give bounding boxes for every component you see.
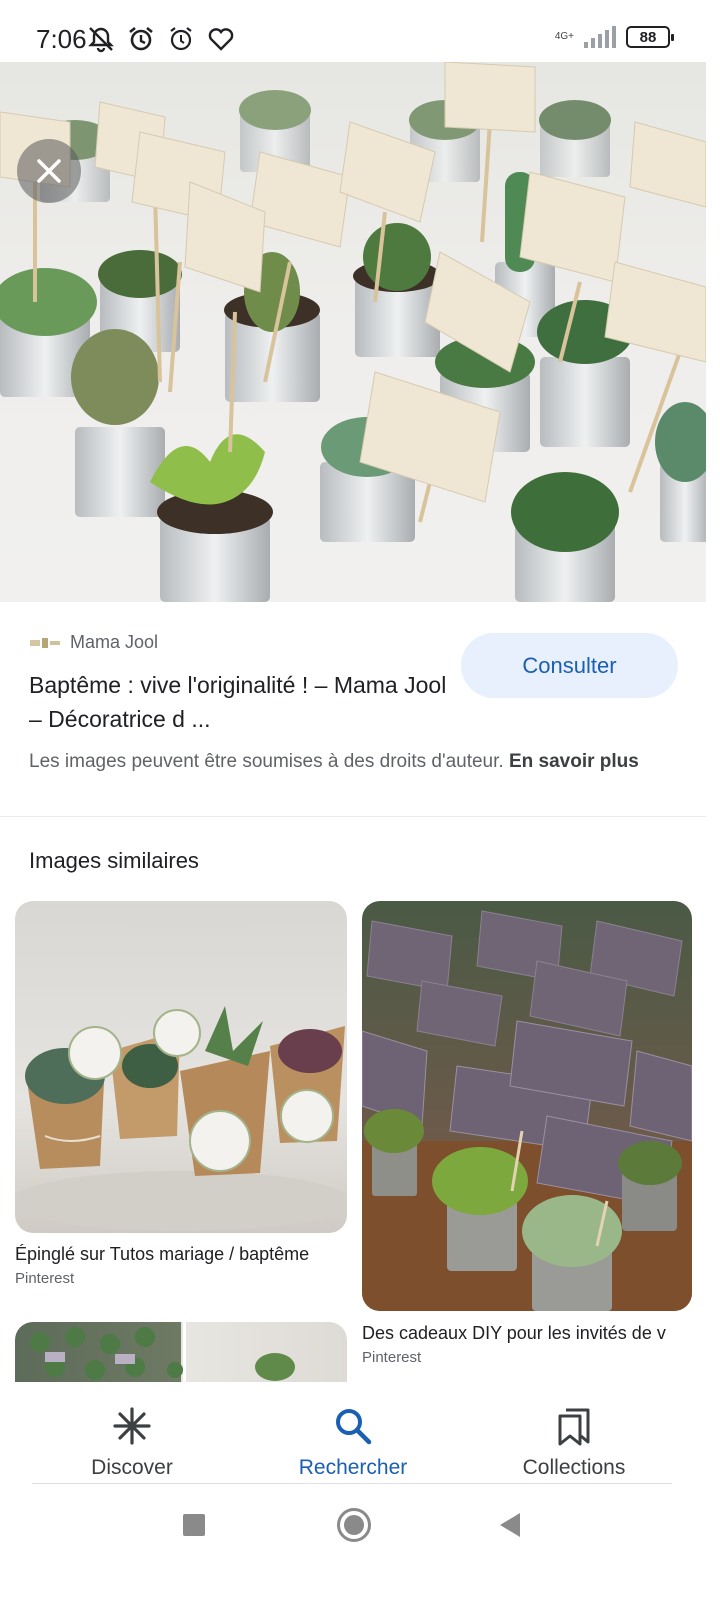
status-notification-icons	[86, 24, 236, 54]
source-row[interactable]: Mama Jool	[30, 632, 158, 653]
asterisk-icon	[32, 1398, 232, 1446]
similar-image-3[interactable]	[15, 1322, 347, 1382]
bottom-navigation: Discover Rechercher Collections	[0, 1384, 720, 1484]
signal-icon	[584, 26, 616, 48]
nav-search-label: Rechercher	[298, 1456, 408, 1479]
similar-image-2-source: Pinterest	[362, 1349, 422, 1366]
nav-search[interactable]: Rechercher	[253, 1384, 453, 1480]
battery-indicator: 88	[626, 26, 674, 48]
similar-image-1-source: Pinterest	[15, 1270, 75, 1287]
home-dot-icon	[344, 1515, 364, 1535]
nav-discover-label: Discover	[91, 1456, 173, 1479]
system-navigation-bar	[0, 1490, 720, 1600]
close-icon	[37, 159, 61, 183]
succulent-placecards-illustration	[0, 62, 706, 602]
succulent-tray-illustration	[30, 1322, 295, 1382]
alarm-icon	[170, 27, 192, 51]
similar-image-1-caption[interactable]: Épinglé sur Tutos mariage / baptême	[15, 1244, 347, 1265]
status-time: 7:06	[36, 24, 87, 54]
network-label: 4G+	[554, 31, 574, 42]
status-right-group: 4G+ 88	[554, 26, 674, 48]
similar-image-2[interactable]	[362, 901, 692, 1311]
purple-placecards-illustration	[362, 910, 692, 1311]
heart-icon	[208, 28, 234, 51]
close-button[interactable]	[17, 139, 81, 203]
nav-collections[interactable]: Collections	[474, 1384, 674, 1480]
home-button[interactable]	[337, 1508, 371, 1542]
search-icon	[253, 1398, 453, 1446]
similar-images-heading: Images similaires	[29, 848, 199, 873]
bookmarks-icon	[474, 1398, 674, 1446]
kraft-pot-favors-illustration	[15, 1006, 347, 1231]
muted-alarm-icon	[88, 27, 114, 53]
alarm-clock-icon	[129, 26, 153, 51]
result-title[interactable]: Baptême : vive l'originalité ! – Mama Jo…	[29, 668, 449, 736]
nav-collections-label: Collections	[522, 1456, 626, 1479]
recent-apps-button[interactable]	[183, 1514, 205, 1536]
copyright-notice: Les images peuvent être soumises à des d…	[29, 748, 679, 775]
similar-image-2-caption[interactable]: Des cadeaux DIY pour les invités de v	[362, 1323, 692, 1344]
learn-more-link[interactable]: En savoir plus	[509, 751, 639, 772]
section-divider	[0, 816, 706, 817]
nav-divider	[32, 1483, 672, 1484]
nav-discover[interactable]: Discover	[32, 1384, 232, 1480]
consult-button[interactable]: Consulter	[461, 633, 678, 698]
source-name: Mama Jool	[70, 632, 159, 652]
source-logo-icon	[30, 637, 60, 649]
main-result-image[interactable]	[0, 62, 706, 602]
battery-level: 88	[639, 28, 657, 46]
back-button[interactable]	[498, 1512, 522, 1538]
similar-image-1[interactable]	[15, 901, 347, 1233]
copyright-text: Les images peuvent être soumises à des d…	[29, 751, 504, 772]
